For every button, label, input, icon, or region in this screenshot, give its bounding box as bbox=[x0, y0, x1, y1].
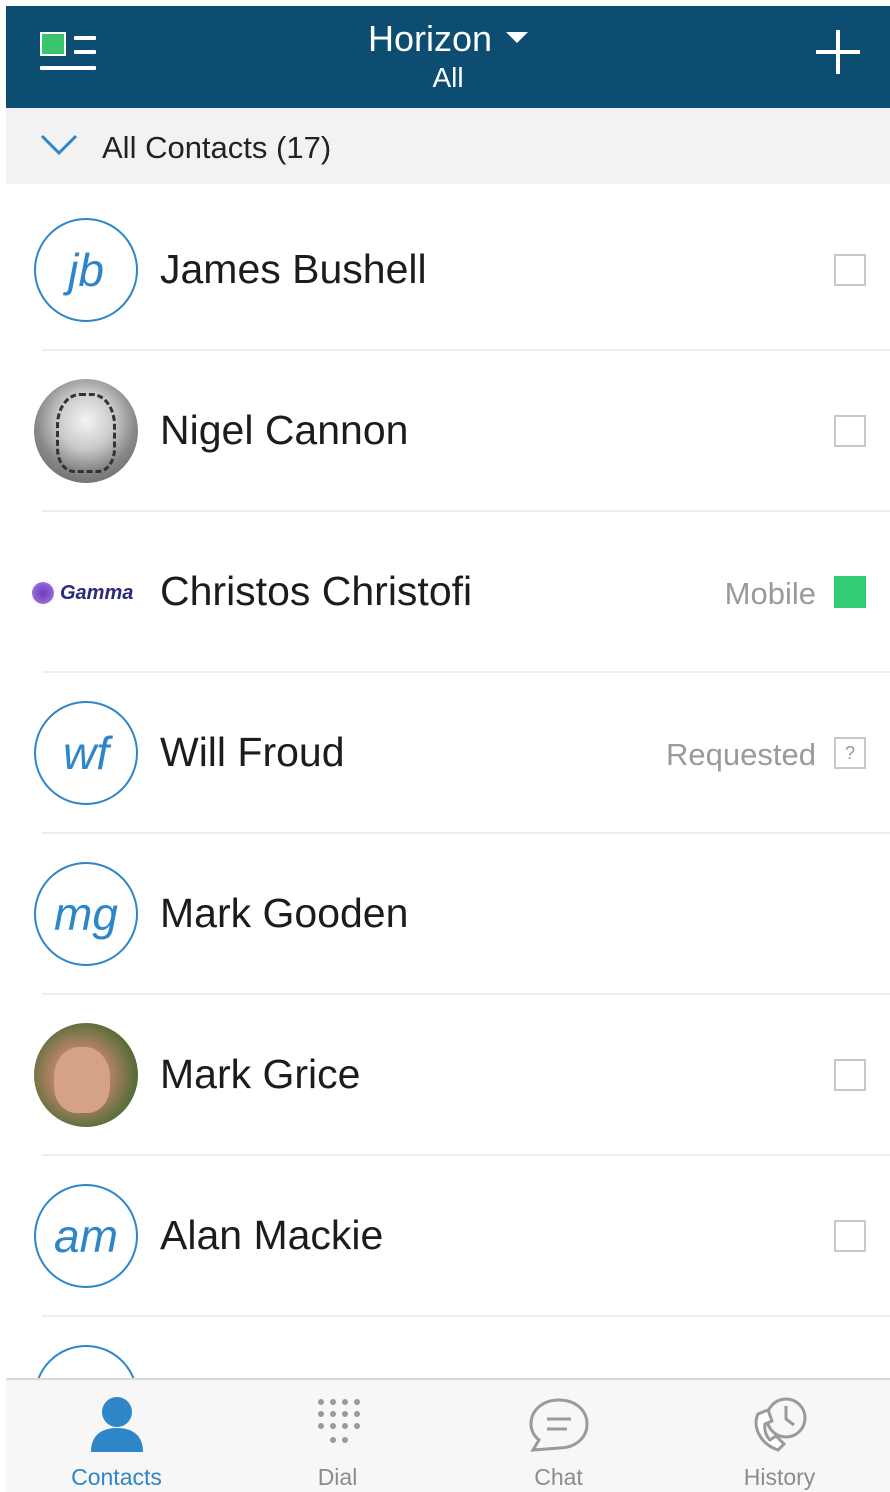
avatar: jb bbox=[34, 218, 138, 322]
all-contacts-group-header[interactable]: All Contacts (17) bbox=[6, 108, 890, 184]
caret-down-icon bbox=[506, 31, 529, 43]
tab-label: History bbox=[743, 1464, 816, 1490]
directory-selector[interactable]: Horizon All bbox=[6, 20, 890, 94]
contact-name: Alan Mackie bbox=[160, 1212, 384, 1258]
contact-row[interactable]: am Alan Mackie bbox=[6, 1156, 890, 1317]
presence-indicator bbox=[834, 415, 866, 447]
avatar: am bbox=[34, 1184, 138, 1288]
top-bar: Horizon All bbox=[6, 6, 890, 108]
person-icon bbox=[90, 1397, 143, 1452]
app-frame: Horizon All All Contacts (17) jb James B… bbox=[6, 6, 890, 1492]
presence-indicator bbox=[834, 1059, 866, 1091]
tab-label: Dial bbox=[317, 1464, 358, 1490]
group-label: All Contacts (17) bbox=[102, 130, 332, 165]
tab-contacts[interactable]: Contacts bbox=[6, 1380, 227, 1492]
contact-row[interactable]: Gamma Christos Christofi Mobile bbox=[6, 512, 890, 673]
avatar: mg bbox=[34, 862, 138, 966]
contact-row[interactable]: mg Mark Gooden bbox=[6, 834, 890, 995]
contact-list: jb James Bushell Nigel Cannon Gamma Chri… bbox=[6, 190, 890, 1478]
dialpad-icon bbox=[317, 1399, 360, 1443]
plus-icon[interactable] bbox=[816, 30, 860, 74]
presence-indicator: ? bbox=[834, 737, 866, 769]
avatar: wf bbox=[34, 701, 138, 805]
contact-name: Mark Grice bbox=[160, 1051, 361, 1097]
contact-name: James Bushell bbox=[160, 246, 427, 292]
presence-indicator bbox=[834, 1220, 866, 1252]
header-subtitle: All bbox=[432, 62, 464, 93]
contact-status: Mobile bbox=[724, 576, 816, 611]
contact-name: Nigel Cannon bbox=[160, 407, 409, 453]
presence-indicator bbox=[834, 254, 866, 286]
contact-row[interactable]: jb James Bushell bbox=[6, 190, 890, 351]
gamma-logo: Gamma bbox=[32, 578, 144, 608]
contact-row[interactable]: wf Will Froud Requested ? bbox=[6, 673, 890, 834]
contact-name: Christos Christofi bbox=[160, 568, 473, 614]
chevron-down-icon bbox=[40, 134, 78, 156]
avatar bbox=[34, 1023, 138, 1127]
bottom-tab-bar: Contacts Dial Chat History bbox=[6, 1378, 890, 1492]
contact-name: Will Froud bbox=[160, 729, 345, 775]
tab-label: Contacts bbox=[71, 1464, 162, 1490]
contact-row[interactable]: Nigel Cannon bbox=[6, 351, 890, 512]
presence-indicator bbox=[834, 576, 866, 608]
phone-clock-icon bbox=[754, 1397, 806, 1452]
contact-status: Requested bbox=[666, 737, 816, 772]
header-title: Horizon bbox=[367, 18, 493, 59]
chat-bubble-icon bbox=[528, 1398, 589, 1452]
contact-row[interactable]: Mark Grice bbox=[6, 995, 890, 1156]
contact-name: Mark Gooden bbox=[160, 890, 409, 936]
tab-history[interactable]: History bbox=[669, 1380, 890, 1492]
tab-chat[interactable]: Chat bbox=[448, 1380, 669, 1492]
tab-dial[interactable]: Dial bbox=[227, 1380, 448, 1492]
avatar bbox=[34, 379, 138, 483]
tab-label: Chat bbox=[534, 1464, 583, 1490]
